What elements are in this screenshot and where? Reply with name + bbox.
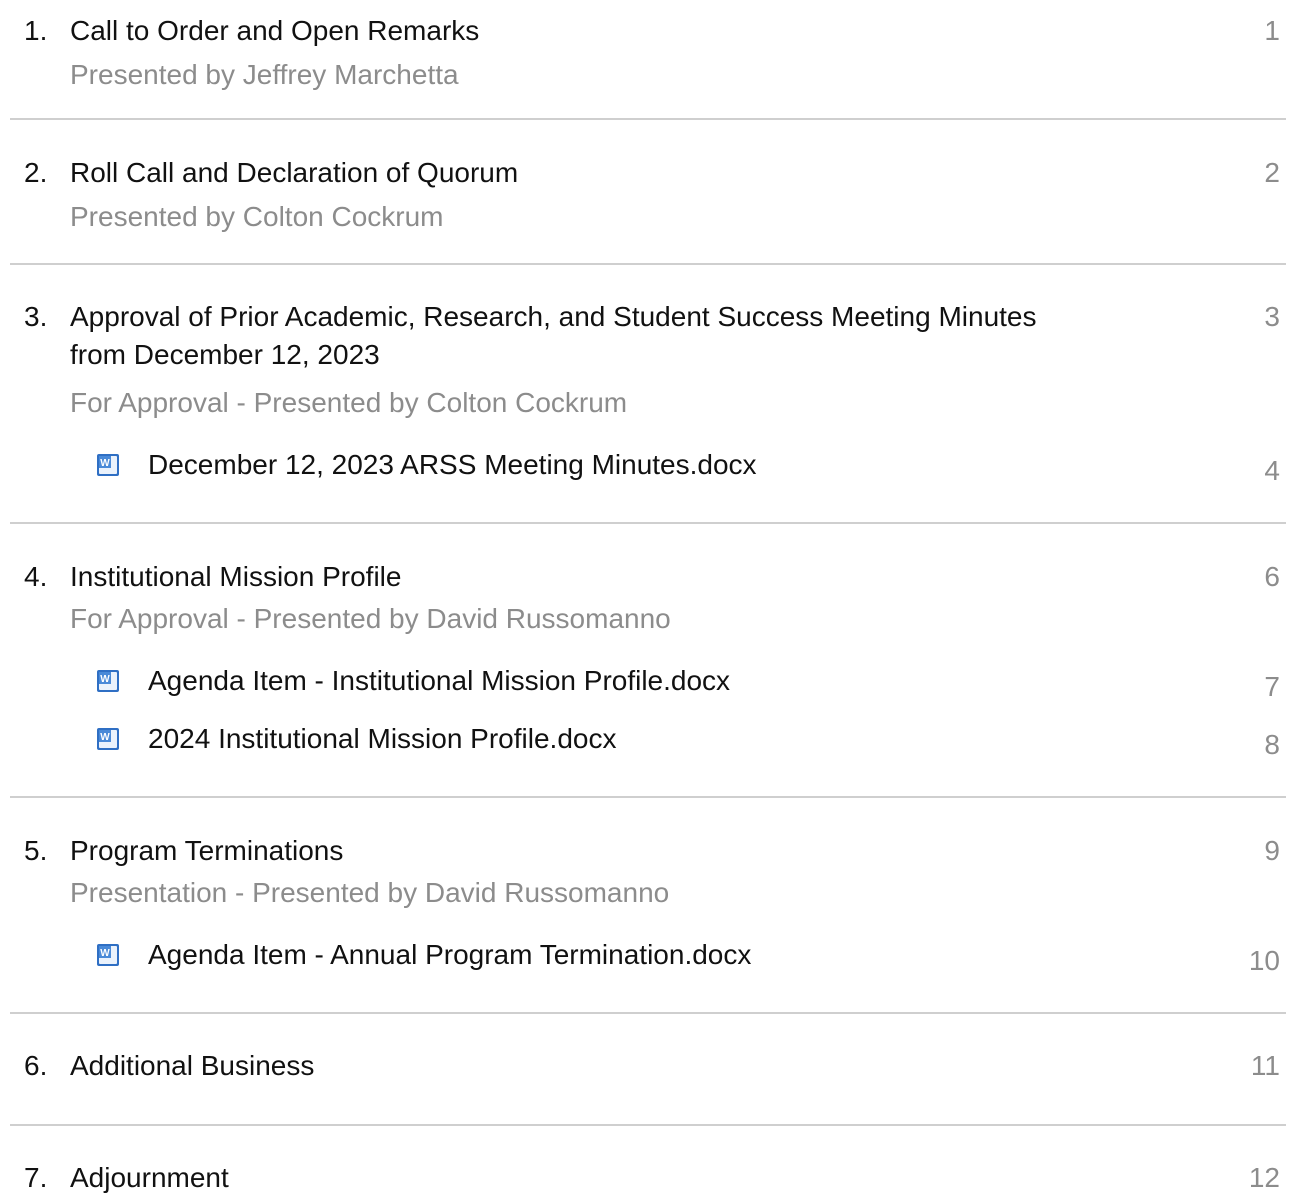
- attachment-page: 8: [1264, 729, 1280, 760]
- agenda-item-page: 3: [1264, 301, 1280, 332]
- word-document-icon: [96, 669, 120, 693]
- agenda-item-number: 6.: [24, 1050, 48, 1081]
- attachment-page: 4: [1264, 455, 1280, 486]
- agenda-item-title[interactable]: Roll Call and Declaration of Quorum: [70, 154, 1070, 192]
- word-document-icon: [96, 727, 120, 751]
- agenda-item-number: 2.: [24, 157, 48, 188]
- agenda-item-presenter: Presentation - Presented by David Russom…: [70, 877, 670, 908]
- agenda-item-title[interactable]: Call to Order and Open Remarks: [70, 12, 1070, 50]
- divider: [10, 522, 1286, 524]
- divider: [10, 1124, 1286, 1126]
- attachment-label[interactable]: 2024 Institutional Mission Profile.docx: [148, 720, 616, 758]
- agenda-item-title[interactable]: Adjournment: [70, 1159, 1070, 1197]
- agenda-item-page: 9: [1264, 835, 1280, 866]
- agenda-item-page: 11: [1250, 1050, 1280, 1081]
- agenda-item-presenter: Presented by Jeffrey Marchetta: [70, 59, 459, 90]
- agenda-item-number: 5.: [24, 835, 48, 866]
- agenda-item-page: 6: [1264, 561, 1280, 592]
- agenda-item-presenter: Presented by Colton Cockrum: [70, 201, 444, 232]
- attachment-link[interactable]: 2024 Institutional Mission Profile.docx: [96, 720, 896, 758]
- attachment-page: 10: [1248, 945, 1280, 976]
- agenda-item-presenter: For Approval - Presented by David Russom…: [70, 603, 671, 634]
- agenda-item-page: 12: [1248, 1162, 1280, 1193]
- agenda-item-number: 1.: [24, 15, 48, 46]
- agenda-item-title[interactable]: Approval of Prior Academic, Research, an…: [70, 298, 1070, 374]
- attachment-label[interactable]: Agenda Item - Institutional Mission Prof…: [148, 662, 730, 700]
- attachment-link[interactable]: Agenda Item - Institutional Mission Prof…: [96, 662, 896, 700]
- attachment-label[interactable]: December 12, 2023 ARSS Meeting Minutes.d…: [148, 446, 757, 484]
- agenda-item-page: 1: [1264, 15, 1280, 46]
- agenda-item-presenter: For Approval - Presented by Colton Cockr…: [70, 387, 628, 418]
- divider: [10, 263, 1286, 265]
- attachment-label[interactable]: Agenda Item - Annual Program Termination…: [148, 936, 751, 974]
- word-document-icon: [96, 943, 120, 967]
- agenda-item-number: 7.: [24, 1162, 48, 1193]
- attachment-link[interactable]: Agenda Item - Annual Program Termination…: [96, 936, 896, 974]
- agenda-item-number: 3.: [24, 301, 48, 332]
- word-document-icon: [96, 453, 120, 477]
- agenda-item-title[interactable]: Institutional Mission Profile: [70, 558, 1070, 596]
- agenda-item-title[interactable]: Additional Business: [70, 1047, 1070, 1085]
- divider: [10, 796, 1286, 798]
- divider: [10, 118, 1286, 120]
- agenda-item-number: 4.: [24, 561, 48, 592]
- divider: [10, 1012, 1286, 1014]
- attachment-page: 7: [1264, 671, 1280, 702]
- agenda-item-page: 2: [1264, 157, 1280, 188]
- attachment-link[interactable]: December 12, 2023 ARSS Meeting Minutes.d…: [96, 446, 896, 484]
- agenda-item-title[interactable]: Program Terminations: [70, 832, 1070, 870]
